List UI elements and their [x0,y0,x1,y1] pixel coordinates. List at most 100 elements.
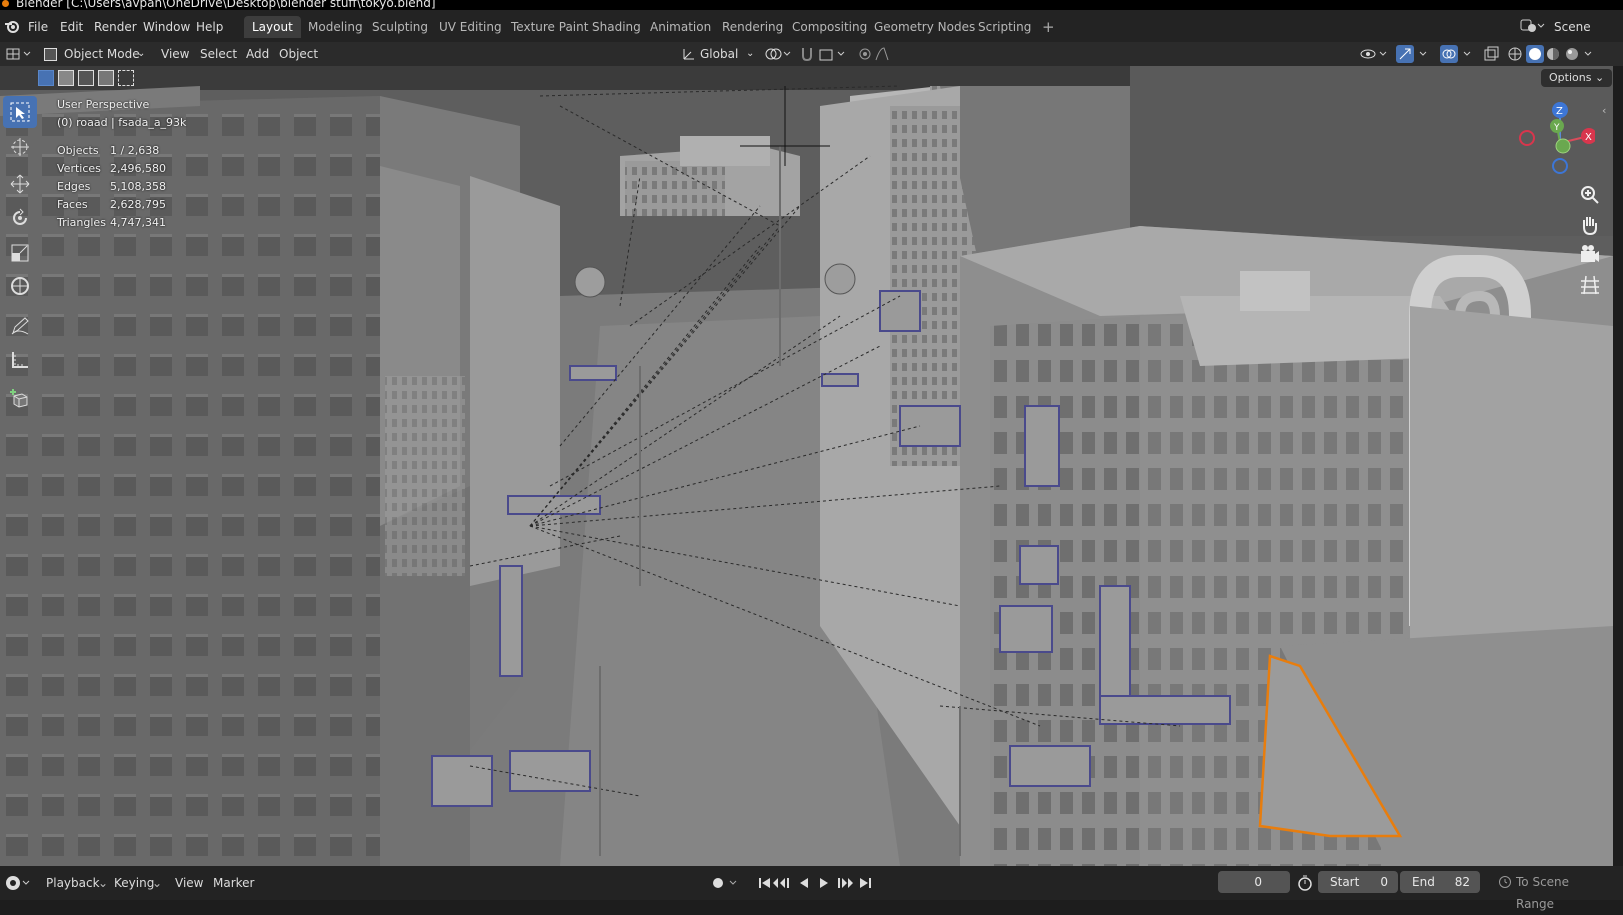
select-new-icon[interactable] [38,70,54,86]
snapping-icon[interactable] [800,46,850,62]
pan-button[interactable] [1578,213,1602,237]
rotate-icon [13,208,27,225]
menu-object[interactable]: Object [279,45,318,63]
tab-modeling[interactable]: Modeling [300,16,371,38]
menu-marker[interactable]: Marker [213,876,254,890]
start-label: Start [1330,875,1360,889]
camera-view-button[interactable] [1578,243,1602,267]
next-keyframe-icon[interactable] [838,878,853,888]
menu-keying[interactable]: Keying [114,876,154,890]
scene-selector-icon[interactable] [1520,18,1546,34]
gizmo-z-label: Z [1556,106,1563,117]
chevron-down-icon: ⌄ [137,48,146,59]
scale-tool[interactable] [3,237,37,269]
record-icon[interactable] [713,878,723,888]
to-scene-range-button[interactable]: To Scene Range [1494,871,1604,911]
pencil-icon [11,317,29,335]
annotate-tool[interactable] [3,310,37,342]
timeline-editor-icon[interactable] [5,874,31,892]
mode-dropdown[interactable]: Object Mode ⌄ [40,45,148,63]
ortho-toggle-button[interactable] [1578,273,1602,297]
navigation-gizmo[interactable]: Z Y X [1515,98,1595,178]
scene-statistics: Objects 1 / 2,638 Vertices 2,496,580 Edg… [57,144,187,239]
tab-rendering[interactable]: Rendering [714,16,791,38]
menu-render[interactable]: Render [94,20,137,34]
start-frame-field[interactable]: Start 0 [1318,871,1398,893]
xray-toggle-icon[interactable] [1484,46,1500,62]
move-arrows-icon [10,174,30,194]
jump-end-icon[interactable] [860,878,871,888]
end-frame-field[interactable]: End 82 [1400,871,1480,893]
menu-help[interactable]: Help [196,20,223,34]
blender-menu-icon[interactable] [4,18,20,34]
tab-sculpting[interactable]: Sculpting [364,16,436,38]
mode-label: Object Mode [64,47,140,61]
viewport-perspective: User Perspective [57,98,150,111]
tab-geometry-nodes[interactable]: Geometry Nodes [866,16,983,38]
jump-start-icon[interactable] [759,878,770,888]
orientation-label: Global [700,47,739,61]
menu-select[interactable]: Select [200,45,237,63]
hand-icon [1583,217,1597,236]
play-reverse-icon[interactable] [800,878,808,888]
menu-file[interactable]: File [28,20,48,34]
tab-shading[interactable]: Shading [584,16,649,38]
tab-compositing[interactable]: Compositing [784,16,875,38]
select-box-tool[interactable] [3,96,37,128]
move-tool[interactable] [3,168,37,200]
menu-edit[interactable]: Edit [60,20,83,34]
sidebar-toggle-icon[interactable]: ‹ [1602,104,1606,117]
stat-value: 5,108,358 [110,180,166,193]
add-cube-icon [10,389,28,408]
window-title: Blender [C:\Users\avpan\OneDrive\Desktop… [16,0,436,10]
editor-type-icon[interactable] [6,46,34,62]
tab-animation[interactable]: Animation [642,16,719,38]
gizmo-y-label: Y [1553,123,1560,133]
measure-tool[interactable] [3,344,37,376]
timeline-bar: Playback ⌄ Keying ⌄ View Marker 0 Start … [0,866,1623,911]
gizmo-toggle-icon[interactable] [1396,45,1436,63]
select-extend-icon[interactable] [58,70,74,86]
tool-shelf [0,96,40,416]
transform-tool[interactable] [3,270,37,302]
current-frame-field[interactable]: 0 [1218,871,1290,893]
cursor-tool[interactable] [3,131,37,163]
blender-logo-icon [2,0,9,7]
overlays-toggle-icon[interactable] [1440,45,1480,63]
rotate-tool[interactable] [3,202,37,234]
gizmo-x-label: X [1585,132,1592,143]
prev-keyframe-icon[interactable] [773,878,789,888]
play-icon[interactable] [820,878,828,888]
stat-label: Objects [57,144,99,157]
zoom-button[interactable] [1578,183,1602,207]
add-workspace-icon[interactable]: + [1034,16,1063,38]
add-cube-tool[interactable] [3,382,37,414]
shading-modes [1508,45,1592,63]
stat-value: 2,628,795 [110,198,166,211]
tab-texture-paint[interactable]: Texture Paint [503,16,596,38]
visibility-icon[interactable] [1360,46,1390,62]
menu-add[interactable]: Add [246,45,269,63]
select-subtract-icon[interactable] [78,70,94,86]
transform-orientation-dropdown[interactable]: Global ⌄ [680,45,756,63]
menu-playback[interactable]: Playback [46,876,100,890]
tab-scripting[interactable]: Scripting [970,16,1039,38]
chevron-down-icon: ⌄ [152,876,163,890]
scene-name[interactable]: Scene [1554,20,1591,34]
clock-icon [1499,876,1511,888]
tab-uv-editing[interactable]: UV Editing [431,16,510,38]
menu-view[interactable]: View [175,876,203,890]
viewport-header: Object Mode ⌄ View Select Add Object Glo… [0,42,1623,66]
menu-window[interactable]: Window [143,20,190,34]
tab-layout[interactable]: Layout [244,16,301,38]
stopwatch-icon[interactable] [1297,875,1313,891]
menu-view[interactable]: View [161,45,189,63]
pivot-point-icon[interactable] [764,46,794,62]
select-invert-icon[interactable] [98,70,114,86]
options-button[interactable]: Options ⌄ [1541,69,1613,87]
zoom-icon [1581,186,1599,204]
proportional-editing-icon[interactable] [858,46,902,62]
select-intersect-icon[interactable] [118,70,134,86]
orientation-axes-icon [683,49,694,60]
3d-viewport[interactable]: Options ⌄ User Perspective (0) roaad | f… [0,66,1613,866]
